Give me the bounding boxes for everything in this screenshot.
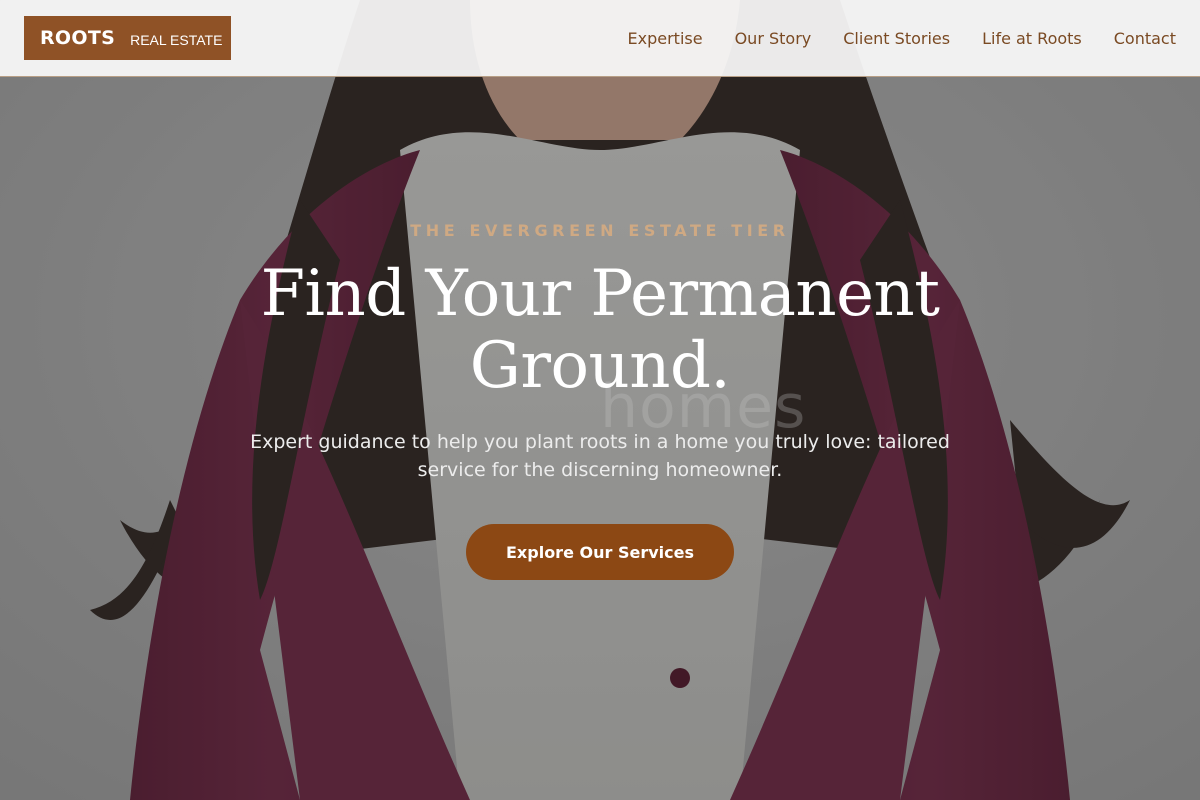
nav-link-client-stories[interactable]: Client Stories — [843, 29, 950, 48]
brand-logo[interactable]: ROOTS REAL ESTATE — [24, 16, 231, 60]
nav-link-our-story[interactable]: Our Story — [735, 29, 812, 48]
hero-eyebrow: THE EVERGREEN ESTATE TIER — [410, 221, 790, 240]
brand-name: ROOTS — [40, 27, 116, 49]
nav-link-expertise[interactable]: Expertise — [628, 29, 703, 48]
explore-services-button[interactable]: Explore Our Services — [466, 524, 734, 580]
hero-content: THE EVERGREEN ESTATE TIER Find Your Perm… — [0, 0, 1200, 800]
nav-link-life-at-roots[interactable]: Life at Roots — [982, 29, 1082, 48]
hero-subtext: Expert guidance to help you plant roots … — [250, 431, 950, 481]
nav-link-contact[interactable]: Contact — [1114, 29, 1176, 48]
hero-headline: Find Your Permanent Ground. — [260, 257, 940, 403]
main-nav: Expertise Our Story Client Stories Life … — [628, 0, 1176, 76]
brand-tagline: REAL ESTATE — [130, 31, 223, 48]
site-header: ROOTS REAL ESTATE Expertise Our Story Cl… — [0, 0, 1200, 77]
